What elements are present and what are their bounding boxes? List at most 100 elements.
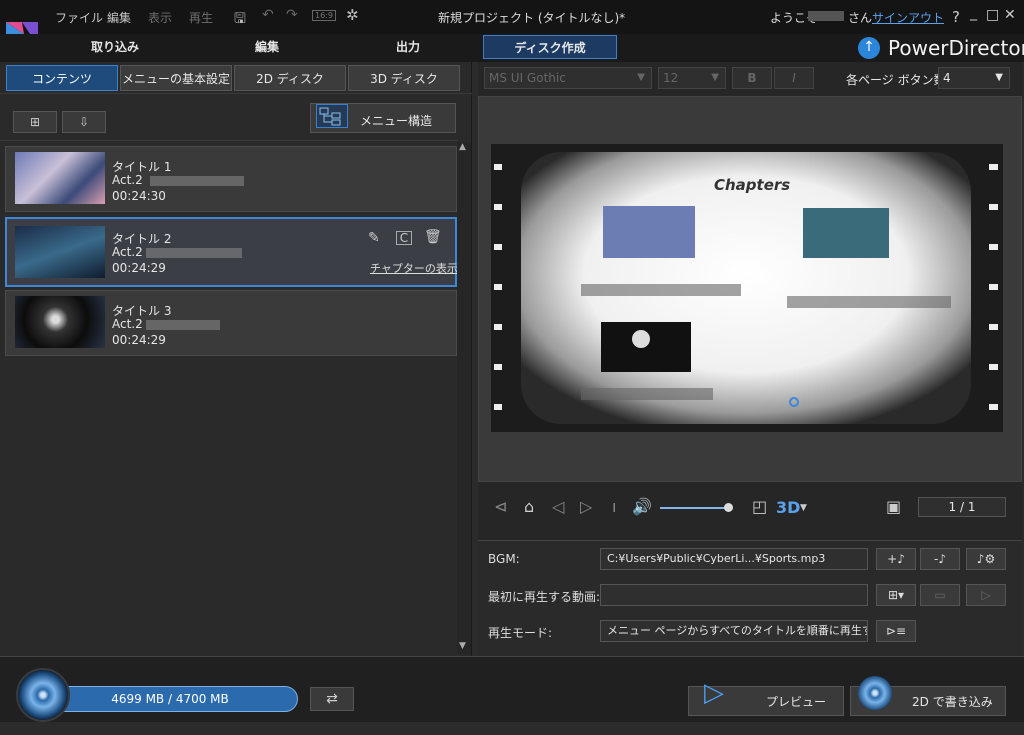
- menu-structure-label: メニュー構造: [360, 114, 433, 128]
- tab-2d-disc[interactable]: 2D ディスク: [234, 65, 346, 91]
- chevron-down-icon: ▼: [637, 72, 645, 83]
- toolbar-divider: [0, 140, 458, 141]
- save-icon[interactable]: 🖫: [234, 8, 246, 32]
- menu-edit[interactable]: 編集: [107, 9, 131, 26]
- stop-icon[interactable]: ı: [612, 497, 616, 516]
- bold-button[interactable]: B: [732, 67, 772, 89]
- scroll-up-icon[interactable]: ▲: [459, 142, 466, 152]
- disc-swap-button[interactable]: ⇄: [310, 687, 354, 711]
- play-mode-icon: ⊳≡: [885, 624, 907, 638]
- help-button[interactable]: ?: [952, 8, 960, 26]
- first-play-label: 最初に再生する動画:: [488, 590, 601, 604]
- delete-trash-icon[interactable]: 🗑: [424, 229, 442, 245]
- first-play-settings-button[interactable]: ▭: [920, 584, 960, 606]
- bgm-settings-button[interactable]: ♪⚙: [966, 548, 1006, 570]
- play-mode-label: 再生モード:: [488, 626, 553, 640]
- font-size-value: 12: [663, 71, 679, 85]
- title-act-2: Act.2: [112, 245, 143, 259]
- title-list-scrollbar[interactable]: [457, 142, 471, 654]
- 3d-mode-toggle[interactable]: 3D: [776, 498, 800, 517]
- redacted-text: [146, 320, 220, 330]
- tab-create-disc[interactable]: ディスク作成: [483, 35, 617, 59]
- aspect-ratio-selector[interactable]: 16:9: [312, 10, 336, 21]
- tab-produce[interactable]: 出力: [334, 35, 482, 59]
- add-title-icon: ⊞: [29, 115, 41, 129]
- tab-divider: [0, 93, 472, 94]
- window-title: 新規プロジェクト (タイトルなし)*: [438, 11, 626, 25]
- brand-name: PowerDirector: [888, 36, 1024, 60]
- menu-play[interactable]: 再生: [189, 9, 213, 26]
- previous-icon[interactable]: ◁: [552, 497, 564, 516]
- close-button[interactable]: ✕: [1004, 7, 1016, 23]
- chapter-icon[interactable]: C: [396, 231, 412, 245]
- volume-slider[interactable]: [660, 507, 730, 509]
- redacted-text: [150, 176, 244, 186]
- tab-contents[interactable]: コンテンツ: [6, 65, 118, 91]
- title-thumbnail-1: [15, 152, 105, 204]
- tab-menu-settings[interactable]: メニューの基本設定: [120, 65, 232, 91]
- settings-gear-icon[interactable]: ✲: [346, 6, 359, 24]
- menu-structure-icon: [316, 104, 348, 128]
- prev-page-icon[interactable]: ⊲: [494, 497, 507, 516]
- title-thumbnail-3: [15, 296, 105, 348]
- menu-file[interactable]: ファイル: [55, 9, 103, 26]
- tab-edit[interactable]: 編集: [192, 35, 342, 59]
- volume-icon[interactable]: 🔊: [632, 497, 652, 516]
- add-bgm-button[interactable]: +♪: [876, 548, 916, 570]
- buttons-per-page-value: 4: [943, 71, 951, 85]
- chevron-down-icon: ▼: [711, 72, 719, 83]
- play-icon: ▷: [981, 588, 991, 602]
- import-title-button[interactable]: ⇩: [62, 111, 106, 133]
- volume-slider-handle[interactable]: [724, 503, 733, 512]
- disc-capacity-text: 4699 MB / 4700 MB: [111, 692, 229, 706]
- remove-bgm-button[interactable]: -♪: [920, 548, 960, 570]
- powerdirector-logo-icon: ↑: [858, 37, 880, 59]
- title-thumbnail-2: [15, 226, 105, 278]
- first-play-preview-button[interactable]: ▷: [966, 584, 1006, 606]
- sign-out-link[interactable]: サインアウト: [872, 9, 944, 26]
- preview-button-label: プレビュー: [766, 695, 827, 709]
- minimize-button[interactable]: _: [970, 5, 977, 21]
- first-play-field[interactable]: [600, 584, 868, 606]
- subtitle-icon[interactable]: ◰: [752, 497, 767, 516]
- undo-icon[interactable]: ↶: [262, 7, 274, 23]
- bgm-label: BGM:: [488, 552, 520, 566]
- tab-capture[interactable]: 取り込み: [40, 35, 190, 59]
- add-title-button[interactable]: ⊞: [13, 111, 57, 133]
- add-first-play-button[interactable]: ⊞▾: [876, 584, 916, 606]
- font-size-select[interactable]: 12 ▼: [658, 67, 726, 89]
- show-chapters-link[interactable]: チャプターの表示: [370, 260, 458, 276]
- add-music-icon: +♪: [887, 552, 905, 566]
- burn-button-label: 2D で書き込み: [912, 695, 993, 709]
- page-indicator: 1 / 1: [918, 497, 1006, 517]
- font-family-select[interactable]: MS UI Gothic ▼: [484, 67, 652, 89]
- san-label: さん: [848, 11, 873, 25]
- home-icon[interactable]: ⌂: [524, 497, 534, 516]
- bgm-field[interactable]: C:¥Users¥Public¥CyberLi...¥Sports.mp3: [600, 548, 868, 570]
- scroll-down-icon[interactable]: ▼: [459, 641, 466, 651]
- chevron-down-icon: ▼: [995, 72, 1003, 83]
- play-triangle-icon: ▷: [704, 678, 724, 708]
- redo-icon[interactable]: ↷: [286, 7, 298, 23]
- maximize-button[interactable]: □: [986, 7, 999, 23]
- menu-view[interactable]: 表示: [148, 9, 172, 26]
- swap-icon: ⇄: [326, 691, 338, 707]
- play-mode-field[interactable]: メニュー ページからすべてのタイトルを順番に再生する: [600, 620, 868, 642]
- title-act-3: Act.2: [112, 317, 143, 331]
- remove-music-icon: -♪: [934, 552, 946, 566]
- title-act-1: Act.2: [112, 173, 143, 187]
- font-family-value: MS UI Gothic: [489, 71, 566, 85]
- music-settings-icon: ♪⚙: [976, 552, 996, 566]
- italic-button[interactable]: I: [774, 67, 814, 89]
- safe-area-icon[interactable]: ▣: [886, 497, 901, 516]
- play-mode-settings-button[interactable]: ⊳≡: [876, 620, 916, 642]
- buttons-per-page-select[interactable]: 4 ▼: [938, 67, 1010, 89]
- username-redacted: [808, 11, 844, 21]
- screen-icon: ▭: [934, 588, 946, 602]
- buttons-per-page-label: 各ページ ボタン数:: [846, 73, 950, 87]
- next-icon[interactable]: ▷: [580, 497, 592, 516]
- tab-3d-disc[interactable]: 3D ディスク: [348, 65, 460, 91]
- import-icon: ⇩: [78, 115, 90, 129]
- edit-pencil-icon[interactable]: ✎: [368, 230, 380, 246]
- chevron-down-icon[interactable]: ▼: [800, 503, 807, 513]
